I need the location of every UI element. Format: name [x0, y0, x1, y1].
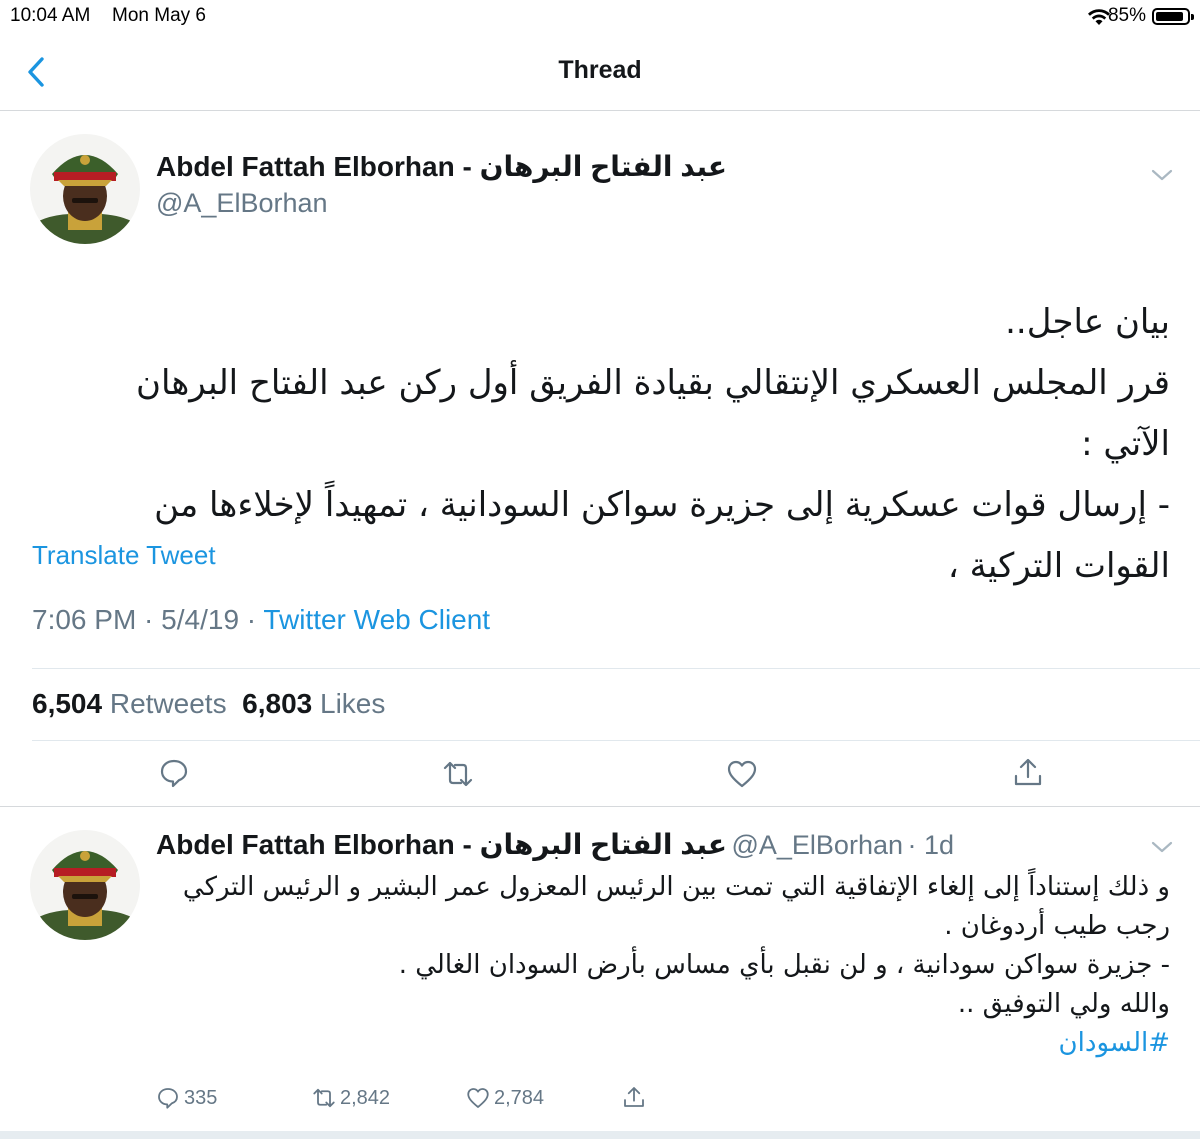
like-count: 2,784	[494, 1086, 545, 1109]
retweet-icon[interactable]	[442, 758, 474, 790]
status-bar: 10:04 AM Mon May 6 85%	[0, 0, 1200, 34]
reply-header: Abdel Fattah Elborhan - عبد الفتاح البره…	[156, 828, 954, 861]
avatar[interactable]	[30, 134, 140, 244]
reply-action[interactable]: 335	[156, 1086, 217, 1110]
share-icon	[624, 1087, 644, 1107]
reply-text: و ذلك إستناداً إلى إلغاء الإتفاقية التي …	[150, 868, 1170, 1063]
likes-stat[interactable]: 6,803 Likes	[242, 688, 385, 719]
divider	[32, 740, 1200, 741]
share-action[interactable]	[622, 1085, 646, 1109]
author-name[interactable]: Abdel Fattah Elborhan - عبد الفتاح البره…	[156, 829, 727, 860]
retweet-icon	[313, 1088, 335, 1108]
chevron-down-icon[interactable]	[1151, 840, 1173, 854]
tweet-meta: 7:06 PM · 5/4/19 · Twitter Web Client	[32, 604, 491, 635]
like-action[interactable]: 2,784	[466, 1086, 544, 1110]
chevron-down-icon[interactable]	[1151, 168, 1173, 182]
tweet-date: 5/4/19	[161, 604, 240, 635]
nav-title: Thread	[558, 56, 642, 84]
retweets-label: Retweets	[109, 688, 227, 719]
tweet-text-line: - إرسال قوات عسكرية إلى جزيرة سواكن السو…	[154, 485, 1170, 586]
divider	[0, 806, 1200, 807]
avatar[interactable]	[30, 830, 140, 940]
battery-icon	[1152, 8, 1194, 25]
retweets-count: 6,504	[32, 688, 103, 719]
reply-icon[interactable]	[158, 757, 190, 789]
tweet-text-line: قرر المجلس العسكري الإنتقالي بقيادة الفر…	[136, 363, 1170, 464]
tweet-text-line: بيان عاجل..	[1005, 302, 1170, 342]
hashtag-link[interactable]: #السودان	[150, 1024, 1170, 1063]
retweet-action[interactable]: 2,842	[312, 1086, 390, 1110]
tweet-stats: 6,504 Retweets 6,803 Likes	[32, 688, 385, 720]
tweet-time: 7:06 PM	[32, 604, 137, 635]
author-handle[interactable]: @A_ElBorhan	[731, 830, 903, 860]
divider	[32, 668, 1200, 669]
status-date: Mon May 6	[112, 5, 206, 26]
battery-percent: 85%	[1107, 5, 1146, 26]
share-icon[interactable]	[1012, 756, 1044, 788]
retweets-stat[interactable]: 6,504 Retweets	[32, 688, 227, 719]
tweet-age: · 1d	[907, 830, 954, 860]
bottom-separator	[0, 1131, 1200, 1139]
retweet-count: 2,842	[340, 1086, 391, 1109]
likes-count: 6,803	[242, 688, 313, 719]
tweet-text: بيان عاجل.. قرر المجلس العسكري الإنتقالي…	[60, 292, 1170, 597]
reply-text-line: والله ولي التوفيق ..	[957, 989, 1170, 1019]
likes-label: Likes	[320, 688, 386, 719]
status-time: 10:04 AM	[10, 5, 91, 26]
nav-bar: Thread	[0, 34, 1200, 111]
reply-text-line: و ذلك إستناداً إلى إلغاء الإتفاقية التي …	[182, 872, 1170, 941]
reply-icon	[158, 1088, 178, 1109]
translate-tweet-link[interactable]: Translate Tweet	[32, 540, 216, 571]
tweet-source-link[interactable]: Twitter Web Client	[263, 604, 490, 635]
like-icon	[467, 1088, 489, 1108]
like-icon[interactable]	[726, 758, 758, 790]
reply-text-line: - جزيرة سواكن سودانية ، و لن نقبل بأي مس…	[398, 950, 1170, 980]
author-handle[interactable]: @A_ElBorhan	[156, 188, 328, 219]
reply-count: 335	[184, 1086, 218, 1109]
author-name[interactable]: Abdel Fattah Elborhan - عبد الفتاح البره…	[156, 150, 727, 183]
